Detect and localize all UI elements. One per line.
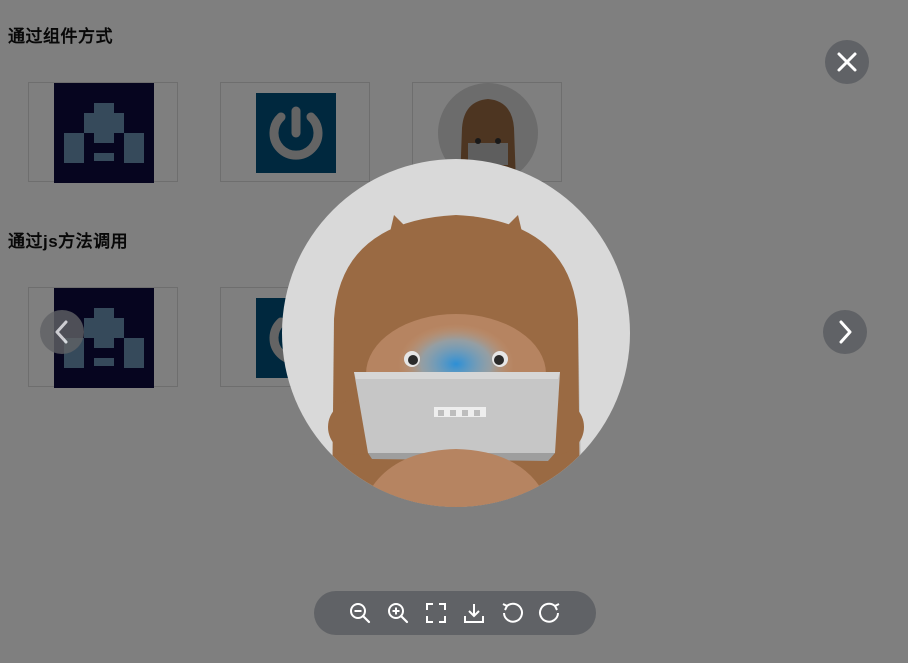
zoom-in-icon	[388, 603, 409, 624]
chevron-right-icon	[839, 320, 852, 344]
prev-button[interactable]	[40, 310, 84, 354]
zoom-in-button[interactable]	[383, 598, 413, 628]
next-button[interactable]	[823, 310, 867, 354]
download-button[interactable]	[459, 598, 489, 628]
close-icon	[837, 52, 857, 72]
preview-image	[282, 159, 630, 507]
download-icon	[464, 604, 484, 623]
fullscreen-icon	[426, 603, 446, 623]
fullscreen-button[interactable]	[421, 598, 451, 628]
zoom-out-button[interactable]	[345, 598, 375, 628]
rotate-right-icon	[539, 602, 560, 623]
zoom-out-icon	[350, 603, 371, 624]
close-button[interactable]	[825, 40, 869, 84]
viewer-toolbar	[314, 591, 596, 635]
rotate-left-button[interactable]	[497, 598, 527, 628]
rotate-right-button[interactable]	[535, 598, 565, 628]
rotate-left-icon	[502, 602, 523, 623]
chevron-left-icon	[55, 320, 68, 344]
